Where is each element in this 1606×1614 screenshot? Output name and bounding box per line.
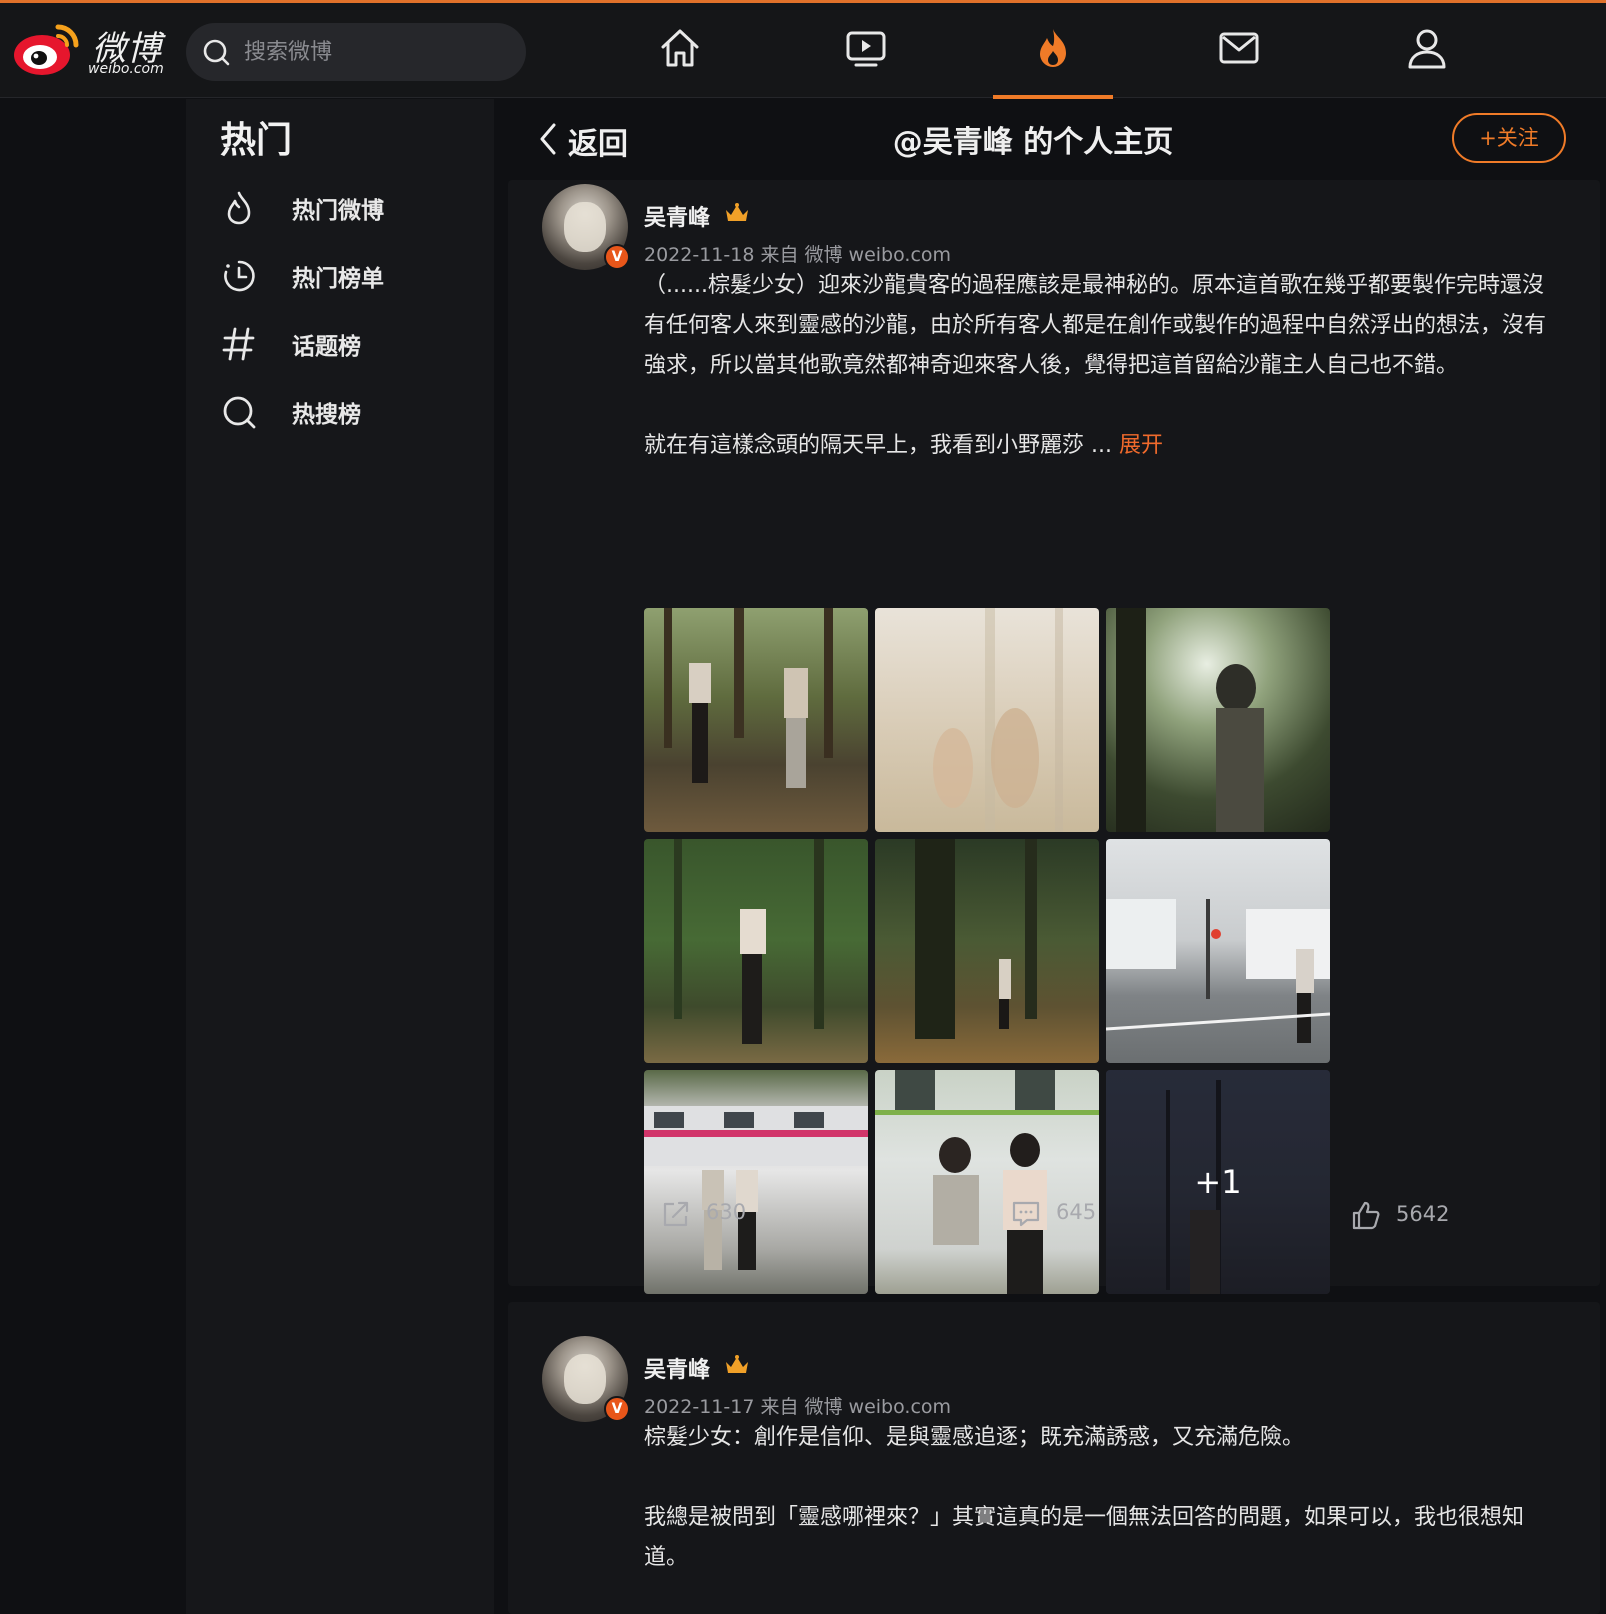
- page-title: @吴青峰 的个人主页: [892, 125, 1174, 160]
- post-source: 来自 微博 weibo.com: [760, 244, 952, 266]
- sidebar-item-label: 话题榜: [292, 334, 361, 360]
- clock-chart-icon: [224, 260, 255, 292]
- sidebar-item-hot-weibo[interactable]: 热门微博: [186, 177, 494, 237]
- forest-photo-icon: [674, 839, 824, 1044]
- post-meta: 2022-11-18 来自 微博 weibo.com: [644, 240, 951, 267]
- post-meta: 2022-11-17 来自 微博 weibo.com: [644, 1392, 951, 1419]
- chevron-left-icon: [540, 123, 556, 155]
- post-image[interactable]: [875, 839, 1099, 1063]
- like-count: 5642: [1396, 1202, 1450, 1226]
- weibo-eye-logo-icon: [14, 24, 79, 75]
- sidebar-item-topics[interactable]: 话题榜: [186, 313, 494, 373]
- post-image[interactable]: [875, 608, 1099, 832]
- train-photo-icon: [644, 1106, 868, 1270]
- thumbs-up-icon: [1352, 1201, 1380, 1230]
- post-card: V 吴青峰 2022-11-17 来自 微博 weibo.com 棕髮少女：創作…: [508, 1302, 1600, 1614]
- avatar-face: [564, 1354, 606, 1404]
- flame-icon[interactable]: [1030, 25, 1076, 71]
- search-icon: [203, 39, 230, 66]
- comment-count: 645: [1056, 1200, 1097, 1224]
- back-button[interactable]: 返回: [536, 117, 646, 162]
- share-icon: [663, 1201, 689, 1227]
- user-icon[interactable]: [1404, 25, 1450, 71]
- search-input[interactable]: [244, 33, 504, 71]
- post-image[interactable]: [644, 1070, 868, 1294]
- verified-badge-icon: V: [604, 1396, 630, 1422]
- forest-photo-icon: [664, 608, 833, 788]
- sidebar-item-label: 热门榜单: [292, 266, 384, 292]
- hazy-photo-icon: [933, 608, 1063, 832]
- post-image[interactable]: [1106, 839, 1330, 1063]
- post-body: 棕髮少女：創作是信仰、是與靈感追逐；既充滿誘惑，又充滿危險。 我總是被問到「靈感…: [644, 1418, 1564, 1578]
- mail-icon[interactable]: [1216, 25, 1262, 71]
- weibo-logo[interactable]: 微博 weibo.com: [12, 19, 172, 79]
- post-image[interactable]: [1106, 608, 1330, 832]
- expand-link[interactable]: 展开: [1119, 433, 1163, 458]
- post-paragraph: 棕髮少女：創作是信仰、是與靈感追逐；既充滿誘惑，又充滿危險。: [644, 1425, 1305, 1450]
- sidebar-item-label: 热门微博: [292, 198, 384, 224]
- comment-icon: [1012, 1201, 1040, 1227]
- post-date: 2022-11-17: [644, 1396, 755, 1418]
- couple-photo-icon: [875, 1070, 1099, 1294]
- image-grid: +1: [644, 608, 1336, 1300]
- hashtag-icon: [222, 327, 255, 361]
- search-box[interactable]: [186, 23, 526, 81]
- follow-button[interactable]: +关注: [1452, 113, 1566, 163]
- sidebar-item-hot-search[interactable]: 热搜榜: [186, 381, 494, 441]
- search-ring-icon: [223, 396, 256, 429]
- forest-photo-icon: [915, 839, 1037, 1039]
- repost-button[interactable]: 630: [660, 1198, 780, 1238]
- sidebar-title: 热门: [220, 120, 293, 161]
- logo-subtext: weibo.com: [88, 61, 164, 77]
- backlit-photo-icon: [1116, 608, 1264, 832]
- top-bar: 微博 weibo.com: [0, 0, 1606, 99]
- like-button[interactable]: 5642: [1350, 1200, 1470, 1240]
- crown-icon: [726, 203, 748, 221]
- left-sidebar: 热门 热门微博 热门榜单 话题榜 热搜榜: [186, 99, 494, 1614]
- author-name[interactable]: 吴青峰: [644, 1352, 710, 1384]
- post-paragraph-truncated: 就在有這樣念頭的隔天早上，我看到小野麗莎 ... 展开: [644, 433, 1163, 458]
- post-image-more[interactable]: +1: [1106, 1070, 1330, 1294]
- comment-button[interactable]: 645: [1010, 1198, 1130, 1238]
- post-image[interactable]: [875, 1070, 1099, 1294]
- repost-count: 630: [706, 1200, 747, 1224]
- tv-icon[interactable]: [843, 25, 889, 71]
- more-images-count: +1: [1106, 1070, 1330, 1294]
- street-photo-icon: [1106, 899, 1330, 1043]
- post-body: （......棕髮少女）迎來沙龍貴客的過程應該是最神秘的。原本這首歌在幾乎都要製…: [644, 266, 1564, 466]
- author-name[interactable]: 吴青峰: [644, 200, 710, 232]
- post-source: 来自 微博 weibo.com: [760, 1396, 952, 1418]
- post-paragraph: （......棕髮少女）迎來沙龍貴客的過程應該是最神秘的。原本這首歌在幾乎都要製…: [644, 273, 1547, 378]
- avatar-face: [564, 202, 606, 252]
- post-image[interactable]: [644, 839, 868, 1063]
- sidebar-item-label: 热搜榜: [292, 402, 361, 428]
- back-label: 返回: [568, 127, 628, 162]
- sidebar-item-hot-list[interactable]: 热门榜单: [186, 245, 494, 305]
- post-card: V 吴青峰 2022-11-18 来自 微博 weibo.com （......…: [508, 180, 1600, 1294]
- flame-outline-icon: [227, 191, 251, 225]
- verified-badge-icon: V: [604, 244, 630, 270]
- post-date: 2022-11-18: [644, 244, 755, 266]
- post-image[interactable]: [644, 608, 868, 832]
- profile-header: 返回 @吴青峰 的个人主页 +关注: [508, 99, 1598, 179]
- post-paragraph: 我總是被問到「靈感哪裡來？」其實這真的是一個無法回答的問題，如果可以，我也很想知…: [644, 1505, 1525, 1570]
- home-icon[interactable]: [657, 25, 703, 71]
- crown-icon: [726, 1355, 748, 1373]
